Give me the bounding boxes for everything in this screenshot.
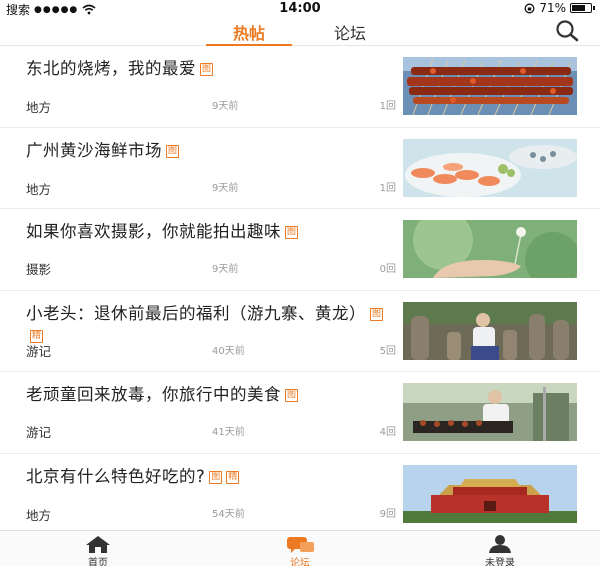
nav-home[interactable]: 首页 [58,534,138,566]
post-title-text: 如果你喜欢摄影，你就能拍出趣味 [26,222,281,241]
chat-icon [287,537,314,553]
nav-login[interactable]: 未登录 [460,534,540,566]
post-category: 游记 [26,425,52,440]
tab-forum[interactable]: 论坛 [312,20,388,46]
post-time: 40天前 [212,345,245,357]
search-icon[interactable] [552,19,582,43]
post-item[interactable]: 广州黄沙海鲜市场图 地方 9天前 1回 [0,128,600,209]
post-category: 游记 [26,343,52,359]
battery-icon [570,3,595,13]
post-replies: 1回 [379,182,396,194]
tiananmen-thumbnail [403,464,577,523]
clock: 14:00 [279,1,321,16]
post-title: 北京有什么特色好吃的? 图精 [26,466,386,488]
tag-image: 图 [200,63,214,76]
post-category: 摄影 [26,262,52,277]
bbq-skewers-thumbnail [403,57,577,115]
statues-tourist-thumbnail [403,301,577,360]
home-icon [86,536,110,553]
nav-forum-label: 论坛 [290,558,310,566]
nav-forum[interactable]: 论坛 [260,534,340,566]
post-time: 9天前 [212,264,239,275]
post-category: 地方 [26,100,52,115]
post-replies: 0回 [379,264,396,275]
battery-percent: 71% [539,1,566,15]
tag-image: 图 [370,307,384,321]
post-title: 老顽童回来放毒，你旅行中的美食图 [26,384,386,406]
post-category: 地方 [26,507,52,523]
post-title-text: 东北的烧烤，我的最爱 [26,59,196,78]
tag-image: 图 [285,226,299,239]
post-title: 东北的烧烤，我的最爱图 [26,58,386,80]
post-title-text: 小老头：退休前最后的福利（游九寨、黄龙） [26,303,366,323]
post-item[interactable]: 如果你喜欢摄影，你就能拍出趣味图 摄影 9天前 0回 [0,209,600,291]
post-time: 41天前 [212,427,245,438]
post-time: 9天前 [212,182,239,194]
post-list: 东北的烧烤，我的最爱图 地方 9天前 1回 广州黄沙海鲜市场图 地方 9天前 1… [0,46,600,535]
nav-login-label: 未登录 [485,558,515,566]
status-bar: 搜索 ●●●●● 14:00 71% [0,0,600,17]
post-category: 地方 [26,181,52,197]
bottom-nav-bar: 首页 论坛 未登录 [0,530,600,566]
tag-image: 图 [285,389,299,402]
post-item[interactable]: 小老头：退休前最后的福利（游九寨、黄龙） 图精 游记 40天前 5回 [0,291,600,372]
tag-image: 图 [209,470,223,484]
street-grill-thumbnail [403,383,577,441]
post-item[interactable]: 东北的烧烤，我的最爱图 地方 9天前 1回 [0,46,600,128]
seafood-plate-thumbnail [403,138,577,197]
top-tab-bar: 热帖 论坛 [0,16,600,46]
post-time: 54天前 [212,508,245,520]
user-icon [489,535,511,553]
post-title: 小老头：退休前最后的福利（游九寨、黄龙） 图精 [26,303,386,347]
status-right: 71% [524,1,595,15]
post-replies: 4回 [379,427,396,438]
post-title-text: 北京有什么特色好吃的? [26,466,206,486]
post-replies: 5回 [379,345,396,357]
dandelion-hand-thumbnail [403,220,577,278]
post-time: 9天前 [212,101,239,112]
nav-home-label: 首页 [88,558,108,566]
post-replies: 9回 [379,508,396,520]
post-item[interactable]: 老顽童回来放毒，你旅行中的美食图 游记 41天前 4回 [0,372,600,454]
tag-image: 图 [166,144,180,158]
orientation-lock-icon [524,3,535,13]
post-title-text: 老顽童回来放毒，你旅行中的美食 [26,385,281,404]
tag-featured: 精 [226,470,240,484]
post-replies: 1回 [379,101,396,112]
post-item[interactable]: 北京有什么特色好吃的? 图精 地方 54天前 9回 [0,454,600,536]
post-title-text: 广州黄沙海鲜市场 [26,140,162,160]
tab-hot-posts[interactable]: 热帖 [206,20,292,46]
post-title: 广州黄沙海鲜市场图 [26,140,386,162]
post-title: 如果你喜欢摄影，你就能拍出趣味图 [26,221,386,243]
